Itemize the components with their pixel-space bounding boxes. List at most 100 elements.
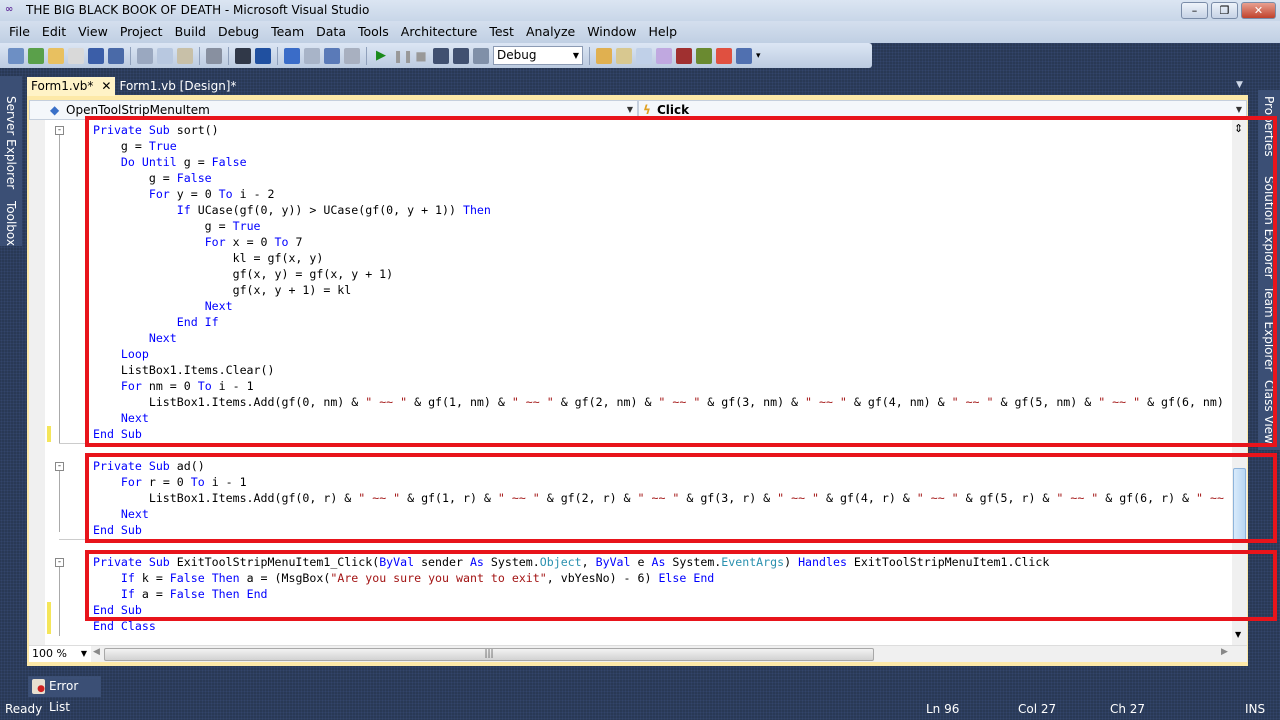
navigate-backward-icon[interactable] [324,47,340,64]
status-line: Ln 96 [926,702,960,716]
menu-architecture[interactable]: Architecture [395,21,484,43]
menu-data[interactable]: Data [310,21,352,43]
menu-edit[interactable]: Edit [36,21,72,43]
menu-window[interactable]: Window [581,21,642,43]
toolbar-separator [199,46,200,65]
zoom-value: 100 % [32,647,67,660]
step-over-icon[interactable] [453,47,469,64]
toolbar-separator [589,46,590,65]
toolbar-separator [130,46,131,65]
scroll-left-icon[interactable]: ◀ [93,647,100,657]
status-column: Col 27 [1018,702,1057,716]
stop-icon[interactable]: ■ [413,48,429,64]
code-keyword: End Class [93,619,156,633]
tools-icon[interactable] [676,47,692,64]
error-list-icon[interactable] [716,47,732,64]
menu-team[interactable]: Team [265,21,310,43]
undo-icon[interactable] [284,47,300,64]
horizontal-scrollbar-row: 100 % ▼ ◀ ||| ▶ [29,645,1247,662]
menu-tools[interactable]: Tools [352,21,395,43]
properties-window-icon[interactable] [616,47,632,64]
menu-bar: File Edit View Project Build Debug Team … [0,21,1280,43]
step-out-icon[interactable] [473,47,489,64]
chevron-down-icon: ▼ [572,51,579,60]
visual-studio-logo-icon: ∞ [5,4,14,15]
collapse-icon[interactable]: - [55,126,64,135]
paste-icon[interactable] [177,47,193,64]
status-bar: Ready Ln 96 Col 27 Ch 27 INS [0,698,1280,720]
tab-form1-code[interactable]: Form1.vb* ✕ [27,77,116,96]
highlight-box-exit [85,550,1277,621]
status-text: Ready [5,702,43,716]
cut-icon[interactable] [137,47,153,64]
standard-toolbar: ▶ ❚❚ ■ Debug ▼ ▾ [0,43,872,68]
save-all-icon[interactable] [108,47,124,64]
outline-line [59,134,60,444]
start-debugging-icon[interactable]: ▶ [373,48,389,64]
status-char: Ch 27 [1110,702,1146,716]
menu-file[interactable]: File [3,21,36,43]
collapse-icon[interactable]: - [55,558,64,567]
menu-analyze[interactable]: Analyze [520,21,581,43]
chevron-down-icon: ▼ [80,649,87,658]
minimize-button[interactable]: – [1181,2,1208,19]
status-insert-mode: INS [1245,702,1266,716]
menu-build[interactable]: Build [169,21,212,43]
step-into-icon[interactable] [433,47,449,64]
comment-icon[interactable] [235,47,251,64]
new-project-icon[interactable] [8,47,24,64]
add-new-item-icon[interactable] [68,47,84,64]
tab-label: Form1.vb* [31,79,94,93]
event-value: Click [657,103,690,117]
find-in-files-icon[interactable] [206,47,222,64]
error-list-icon: ● [32,679,45,694]
horizontal-scroll-thumb[interactable]: ||| [104,648,874,661]
menu-view[interactable]: View [72,21,114,43]
tab-overflow-icon[interactable]: ▼ [1236,80,1243,90]
menu-debug[interactable]: Debug [212,21,265,43]
pause-icon[interactable]: ❚❚ [393,48,413,64]
menu-test[interactable]: Test [483,21,520,43]
menu-help[interactable]: Help [643,21,684,43]
scroll-right-icon[interactable]: ▶ [1221,647,1228,657]
close-button[interactable]: ✕ [1241,2,1276,19]
toolbar-separator [366,46,367,65]
highlight-box-ad [85,453,1277,543]
navigate-forward-icon[interactable] [344,47,360,64]
add-item-icon[interactable] [28,47,44,64]
copy-icon[interactable] [157,47,173,64]
restore-button[interactable]: ❐ [1211,2,1238,19]
change-marker [47,426,51,442]
zoom-level-select[interactable]: 100 % ▼ [29,646,91,662]
toolbar-overflow-icon[interactable]: ▾ [756,51,761,61]
find-icon[interactable] [596,47,612,64]
collapse-icon[interactable]: - [55,462,64,471]
close-icon[interactable]: ✕ [101,79,111,93]
object-value: OpenToolStripMenuItem [66,103,210,117]
menu-project[interactable]: Project [114,21,169,43]
tab-label: Form1.vb [Design]* [119,79,237,93]
window-title: THE BIG BLACK BOOK OF DEATH - Microsoft … [26,3,370,17]
open-file-icon[interactable] [48,47,64,64]
server-explorer-tab[interactable]: Server Explorer [4,96,18,189]
member-icon: ◆ [50,103,60,117]
error-list-tab[interactable]: ● Error List [28,676,101,714]
left-tool-strip: Server Explorer Toolbox [0,76,22,246]
start-page-icon[interactable] [736,47,752,64]
scroll-down-icon[interactable]: ▼ [1235,630,1241,639]
save-icon[interactable] [88,47,104,64]
tab-form1-design[interactable]: Form1.vb [Design]* [115,77,240,96]
toolbox-icon[interactable] [656,47,672,64]
toolbar-separator [277,46,278,65]
title-bar: THE BIG BLACK BOOK OF DEATH - Microsoft … [0,0,1280,21]
object-browser-icon[interactable] [636,47,652,64]
outline-line [59,470,60,532]
highlight-box-sort [85,116,1277,447]
indicator-margin [29,120,45,646]
uncomment-icon[interactable] [255,47,271,64]
toolbox-tab[interactable]: Toolbox [4,201,18,246]
solution-configuration-select[interactable]: Debug ▼ [493,46,583,65]
outline-line [59,566,60,636]
extension-manager-icon[interactable] [696,47,712,64]
redo-icon[interactable] [304,47,320,64]
